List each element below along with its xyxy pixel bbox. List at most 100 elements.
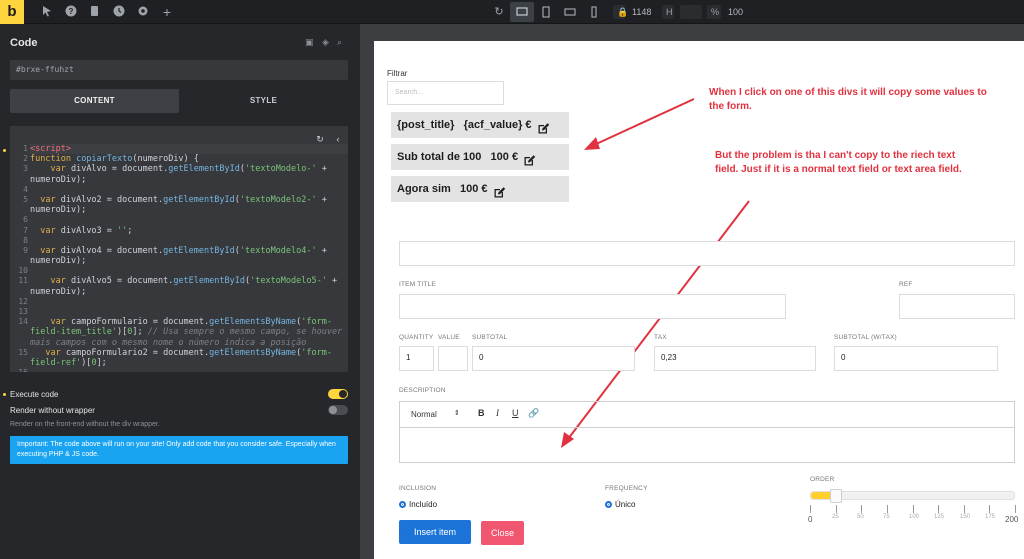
bricks-logo[interactable]: b (0, 0, 24, 24)
value-input[interactable] (438, 346, 468, 371)
code-line[interactable]: var divAlvo3 = ''; (30, 226, 348, 236)
slider-tick-label: 75 (883, 514, 890, 520)
code-line[interactable]: numeroDiv); (30, 287, 348, 297)
tablet-landscape-button[interactable] (534, 2, 558, 22)
quantity-input[interactable]: 1 (399, 346, 434, 371)
code-line[interactable]: var divAlvo4 = document.getElementById('… (30, 246, 348, 256)
code-line[interactable]: numeroDiv); (30, 205, 348, 215)
code-line[interactable] (30, 368, 348, 372)
bold-button[interactable]: B (478, 408, 485, 418)
line-number: 15 (18, 347, 28, 357)
subtotal-tax-input[interactable]: 0 (834, 346, 998, 371)
help-icon[interactable]: ? (64, 5, 78, 19)
code-line[interactable]: var divAlvo = document.getElementById('t… (30, 164, 348, 174)
history-icon[interactable] (112, 5, 126, 19)
element-settings-panel: Code ▣ ◈ ⌕ #brxe-ffuhzt CONTENT STYLE ↻ ‹… (0, 24, 360, 559)
code-line[interactable] (30, 307, 348, 317)
pointer-icon[interactable] (40, 5, 54, 19)
top-input-field[interactable] (399, 241, 1015, 266)
slider-tick-label: 25 (832, 514, 839, 520)
item-title-input[interactable] (399, 294, 786, 319)
execute-code-toggle[interactable] (328, 389, 348, 399)
code-line[interactable]: numeroDiv); (30, 256, 348, 266)
chip-title: {post_title} (397, 119, 455, 131)
code-line[interactable]: field-item_title')[0]; // Usa sempre o m… (30, 327, 348, 337)
settings-gear-icon[interactable] (136, 5, 150, 19)
line-number: 1 (23, 144, 28, 153)
render-wrapper-toggle[interactable] (328, 405, 348, 415)
tablet-portrait-button[interactable] (558, 2, 582, 22)
code-line[interactable] (30, 266, 348, 276)
desktop-view-button[interactable] (510, 2, 534, 22)
line-number: 12 (18, 296, 28, 306)
tax-input[interactable]: 0,23 (654, 346, 816, 371)
rich-text-editor[interactable] (399, 427, 1015, 463)
frequency-radio[interactable]: Único (605, 500, 635, 509)
preview-page: Filtrar Search... {post_title} {acf_valu… (374, 41, 1024, 559)
undo-refresh-icon[interactable]: ↻ (492, 5, 506, 19)
code-line[interactable]: mais campos com o mesmo nome o número in… (30, 338, 348, 348)
slider-tick-label: 50 (857, 514, 864, 520)
code-content[interactable]: <script> function copiarTexto(numeroDiv) … (30, 144, 348, 372)
slider-tick-label: 0 (808, 515, 813, 524)
zoom-value[interactable]: 100 (728, 5, 743, 19)
code-line[interactable]: var divAlvo5 = document.getElementById('… (30, 276, 348, 286)
global-class-icon[interactable]: ◈ (322, 37, 332, 47)
line-number: 5 (23, 194, 28, 204)
mobile-view-button[interactable] (582, 2, 606, 22)
italic-button[interactable]: I (496, 408, 499, 418)
render-wrapper-label: Render without wrapper (10, 406, 95, 415)
pages-icon[interactable] (88, 5, 102, 19)
line-number: 7 (23, 225, 28, 235)
insert-item-button[interactable]: Insert item (399, 520, 471, 544)
underline-button[interactable]: U (512, 408, 519, 418)
slider-tick (887, 505, 888, 513)
builder-toolbar: b ? + ↻ 🔒 1148 H % 100 (0, 0, 1024, 24)
close-button[interactable]: Close (481, 521, 524, 545)
chip-title: Agora sim (397, 183, 451, 195)
format-select-chevron-icon[interactable]: ⇕ (454, 409, 460, 417)
code-editor[interactable]: ↻‹ 1234567891011121314151617 <script>fun… (10, 126, 348, 372)
subtotal-tax-label: SUBTOTAL (W/TAX) (834, 334, 897, 341)
order-slider[interactable] (810, 489, 1015, 503)
slider-tick (861, 505, 862, 513)
search-icon[interactable]: ⌕ (337, 37, 347, 47)
link-icon[interactable]: 🔗 (528, 408, 539, 419)
order-slider-handle[interactable] (830, 489, 842, 503)
code-line[interactable]: numeroDiv); (30, 175, 348, 185)
code-line[interactable]: var campoFormulario2 = document.getEleme… (30, 348, 348, 358)
edit-icon (493, 183, 506, 198)
code-line[interactable] (30, 236, 348, 246)
frequency-label: FREQUENCY (605, 485, 648, 492)
copy-item-card[interactable]: {post_title} {acf_value} € (391, 112, 569, 138)
code-line[interactable]: <script> (30, 144, 348, 155)
height-input[interactable] (680, 5, 702, 19)
line-number: 14 (18, 317, 28, 327)
chip-value: 100 € (490, 151, 519, 163)
code-line[interactable]: function copiarTexto(numeroDiv) { (30, 154, 348, 164)
code-line[interactable]: var divAlvo2 = document.getElementById('… (30, 195, 348, 205)
canvas-width-value[interactable]: 1148 (632, 5, 651, 19)
width-lock-icon[interactable]: 🔒 (613, 5, 628, 19)
format-select[interactable]: Normal (411, 410, 437, 419)
add-element-icon[interactable]: + (160, 5, 174, 19)
css-id-field[interactable]: #brxe-ffuhzt (10, 60, 348, 80)
code-line[interactable] (30, 215, 348, 225)
copy-item-card[interactable]: Sub total de 100 100 € (391, 144, 569, 170)
search-input[interactable]: Search... (387, 81, 504, 105)
code-line[interactable] (30, 297, 348, 307)
slider-tick-label: 125 (934, 514, 945, 520)
code-mode-icon[interactable]: ▣ (305, 37, 315, 47)
arrow-to-cards (593, 98, 695, 146)
inclusion-radio[interactable]: Incluído (399, 500, 437, 509)
code-line[interactable] (30, 185, 348, 195)
frequency-option: Único (615, 500, 636, 509)
tab-style[interactable]: STYLE (179, 89, 348, 113)
code-line[interactable]: var campoFormulario = document.getElemen… (30, 317, 348, 327)
copy-item-card[interactable]: Agora sim 100 € (391, 176, 569, 202)
code-line[interactable]: field-ref')[0]; (30, 358, 348, 368)
zoom-label: % (707, 5, 721, 19)
tab-content[interactable]: CONTENT (10, 89, 179, 113)
ref-input[interactable] (899, 294, 1015, 319)
subtotal-input[interactable]: 0 (472, 346, 635, 371)
